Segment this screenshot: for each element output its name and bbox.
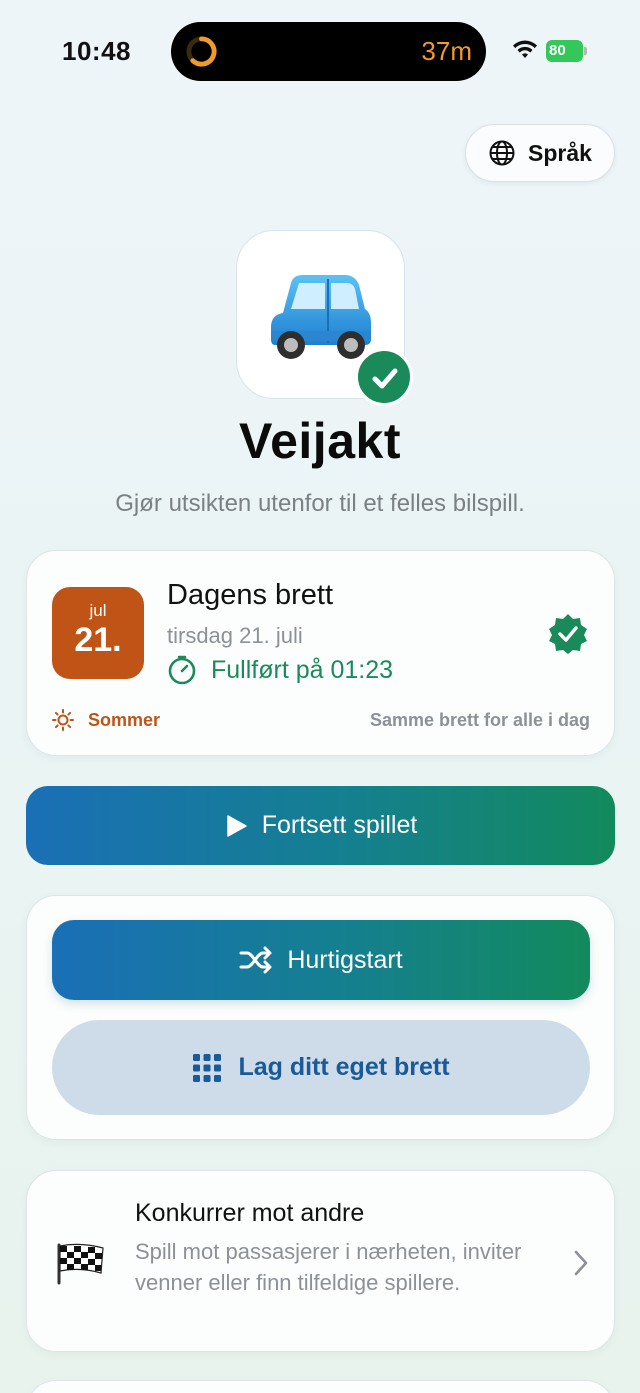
compete-description: Spill mot passasjerer i nærheten, invite… xyxy=(135,1239,522,1295)
battery-level: 80 xyxy=(546,40,583,62)
compete-card[interactable]: Konkurrer mot andre Spill mot passasjere… xyxy=(26,1170,615,1352)
calendar-day: 21. xyxy=(74,621,122,659)
status-bar: 10:48 37m 80 xyxy=(0,0,640,100)
daily-board-card[interactable]: jul 21. Dagens brett tirsdag 21. juli Fu… xyxy=(26,550,615,756)
sun-icon xyxy=(52,709,74,731)
quick-start-button[interactable]: Hurtigstart xyxy=(52,920,590,1000)
language-button[interactable]: Språk xyxy=(465,124,615,182)
daily-title: Dagens brett xyxy=(167,579,334,611)
compete-title: Konkurrer mot andre xyxy=(135,1199,365,1227)
wifi-icon xyxy=(513,40,537,58)
custom-board-label: Lag ditt eget brett xyxy=(238,1053,450,1081)
timer-ring-icon xyxy=(186,36,217,67)
battery-cap xyxy=(584,47,587,55)
quick-start-label: Hurtigstart xyxy=(287,945,403,974)
same-board-note: Samme brett for alle i dag xyxy=(369,710,590,730)
timer-icon xyxy=(168,655,196,685)
next-card-partial[interactable] xyxy=(26,1380,615,1393)
car-icon xyxy=(271,275,371,359)
verified-badge-icon xyxy=(549,614,587,654)
app-subtitle: Gjør utsikten utenfor til et felles bils… xyxy=(115,490,525,517)
season-text: Sommer xyxy=(88,709,161,730)
play-icon xyxy=(226,814,247,837)
dynamic-island[interactable]: 37m xyxy=(171,22,486,81)
calendar-badge: jul 21. xyxy=(52,587,144,679)
grid-icon xyxy=(193,1053,222,1082)
daily-date: tirsdag 21. juli xyxy=(167,623,303,648)
status-time: 10:48 xyxy=(62,36,131,66)
completed-check-icon xyxy=(355,348,413,406)
globe-icon xyxy=(489,140,515,166)
calendar-month: jul xyxy=(89,601,107,620)
shuffle-icon xyxy=(239,946,272,974)
continue-game-label: Fortsett spillet xyxy=(261,811,418,839)
daily-completed-status: Fullført på 01:23 xyxy=(167,655,393,685)
timer-text: 37m xyxy=(421,36,472,66)
game-modes-card: Hurtigstart Lag ditt eget brett xyxy=(26,895,615,1140)
battery-indicator: 80 xyxy=(546,40,588,62)
chevron-right-icon xyxy=(574,1250,588,1276)
language-label: Språk xyxy=(528,139,592,166)
app-title: Veijakt xyxy=(239,413,401,469)
season-label: Sommer xyxy=(52,709,160,731)
daily-completed-text: Fullført på 01:23 xyxy=(211,655,394,684)
custom-board-button[interactable]: Lag ditt eget brett xyxy=(52,1020,590,1115)
continue-game-button[interactable]: Fortsett spillet xyxy=(26,786,615,865)
checkered-flag-icon xyxy=(57,1243,104,1285)
checkmark-icon xyxy=(372,368,398,389)
